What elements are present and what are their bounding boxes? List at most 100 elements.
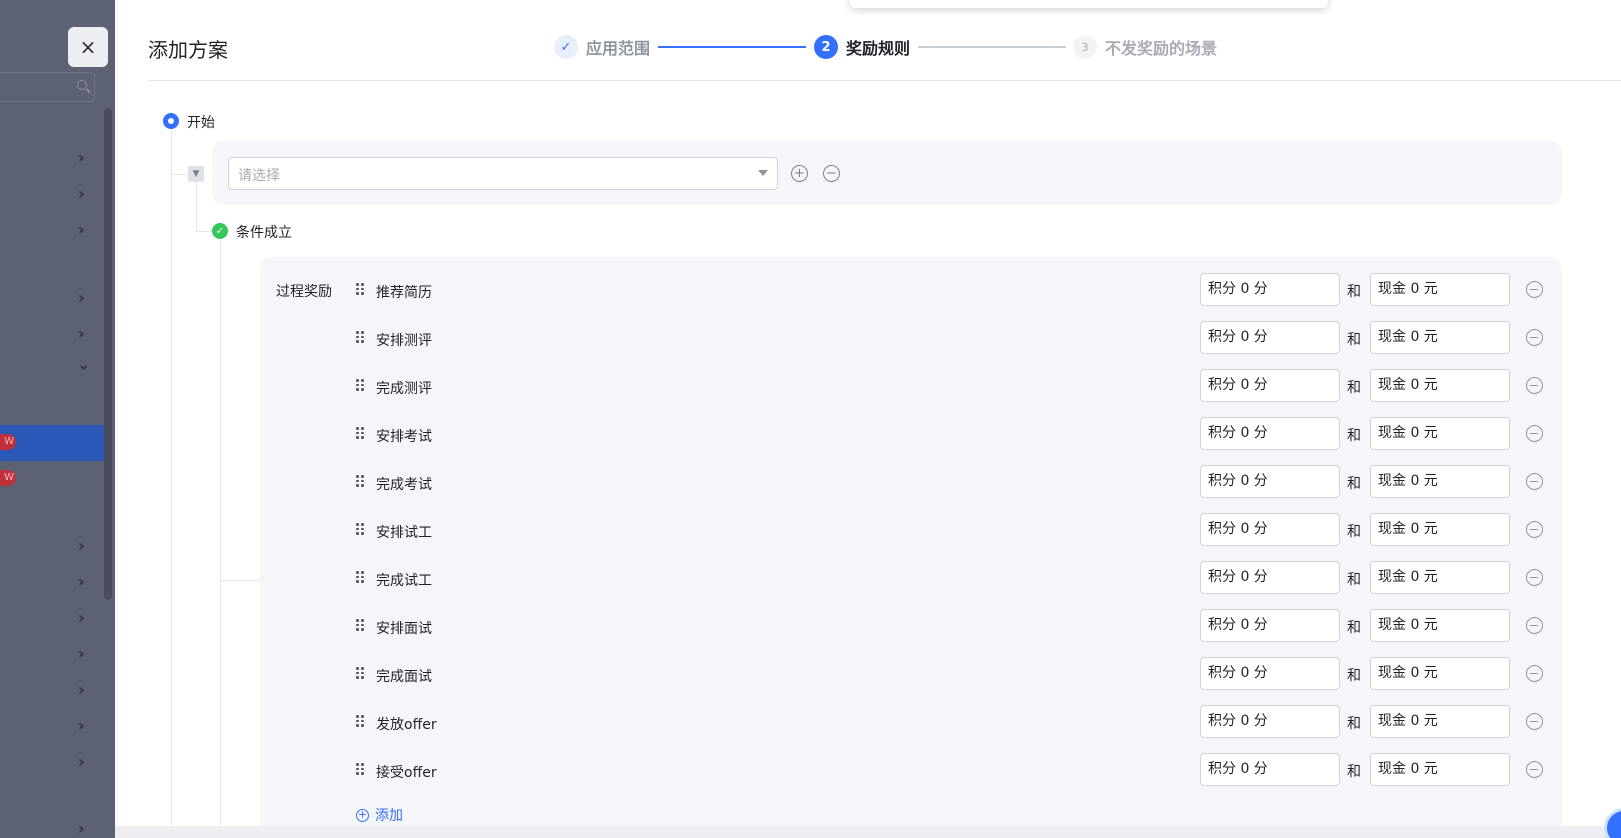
remove-row-icon[interactable] xyxy=(1526,329,1543,346)
cash-input[interactable]: 现金 0 元 xyxy=(1370,321,1510,354)
chevron-down-icon[interactable]: › xyxy=(75,364,94,376)
drag-handle-icon[interactable] xyxy=(356,619,364,631)
drag-handle-icon[interactable] xyxy=(356,715,364,727)
add-condition-icon[interactable]: + xyxy=(791,165,808,182)
dropdown-popover xyxy=(850,0,1328,8)
drawer-title: 添加方案 xyxy=(148,38,228,62)
cash-input[interactable]: 现金 0 元 xyxy=(1370,561,1510,594)
condition-met-label: 条件成立 xyxy=(236,225,292,241)
check-circle-icon: ✓ xyxy=(212,223,228,239)
close-drawer-button[interactable]: × xyxy=(68,27,108,67)
remove-row-icon[interactable] xyxy=(1526,281,1543,298)
drag-handle-icon[interactable] xyxy=(356,571,364,583)
points-input[interactable]: 积分 0 分 xyxy=(1200,321,1340,354)
points-input[interactable]: 积分 0 分 xyxy=(1200,561,1340,594)
drag-handle-icon[interactable] xyxy=(356,283,364,295)
reward-row: 完成试工 积分 0 分和现金 0 元 xyxy=(115,561,1621,595)
condition-select[interactable]: 请选择 xyxy=(228,157,778,190)
chevron-right-icon[interactable]: › xyxy=(78,682,90,698)
step-no-reward-scenes[interactable]: 3 不发奖励的场景 xyxy=(1073,35,1217,59)
cash-input[interactable]: 现金 0 元 xyxy=(1370,657,1510,690)
step-label: 奖励规则 xyxy=(846,39,911,58)
cash-input[interactable]: 现金 0 元 xyxy=(1370,273,1510,306)
stage-name: 安排测评 xyxy=(376,333,432,349)
and-label: 和 xyxy=(1347,332,1361,348)
step-number: 2 xyxy=(814,35,838,59)
stage-name: 完成试工 xyxy=(376,573,432,589)
drag-handle-icon[interactable] xyxy=(356,427,364,439)
step-scope[interactable]: ✓ 应用范围 xyxy=(554,35,650,59)
drag-handle-icon[interactable] xyxy=(356,331,364,343)
remove-row-icon[interactable] xyxy=(1526,617,1543,634)
chevron-right-icon[interactable]: › xyxy=(78,610,90,626)
drag-handle-icon[interactable] xyxy=(356,667,364,679)
cash-input[interactable]: 现金 0 元 xyxy=(1370,705,1510,738)
remove-row-icon[interactable] xyxy=(1526,377,1543,394)
cash-input[interactable]: 现金 0 元 xyxy=(1370,609,1510,642)
chevron-right-icon[interactable]: › xyxy=(78,222,90,238)
chevron-right-icon[interactable]: › xyxy=(78,646,90,662)
points-input[interactable]: 积分 0 分 xyxy=(1200,657,1340,690)
step-reward-rules[interactable]: 2 奖励规则 xyxy=(814,35,910,59)
add-reward-button[interactable]: + 添加 xyxy=(356,805,403,825)
reward-row: 推荐简历 积分 0 分和现金 0 元 xyxy=(115,273,1621,307)
and-label: 和 xyxy=(1347,620,1361,636)
drag-handle-icon[interactable] xyxy=(356,523,364,535)
chevron-right-icon[interactable]: › xyxy=(78,326,90,342)
points-input[interactable]: 积分 0 分 xyxy=(1200,273,1340,306)
chevron-right-icon[interactable]: › xyxy=(78,186,90,202)
reward-row: 发放offer 积分 0 分和现金 0 元 xyxy=(115,705,1621,739)
tree-line xyxy=(196,182,197,232)
remove-row-icon[interactable] xyxy=(1526,425,1543,442)
points-input[interactable]: 积分 0 分 xyxy=(1200,705,1340,738)
drag-handle-icon[interactable] xyxy=(356,763,364,775)
remove-condition-icon[interactable]: − xyxy=(823,165,840,182)
remove-row-icon[interactable] xyxy=(1526,665,1543,682)
reward-row: 安排面试 积分 0 分和现金 0 元 xyxy=(115,609,1621,643)
points-input[interactable]: 积分 0 分 xyxy=(1200,609,1340,642)
stage-name: 接受offer xyxy=(376,765,437,781)
stage-name: 完成测评 xyxy=(376,381,432,397)
and-label: 和 xyxy=(1347,380,1361,396)
points-input[interactable]: 积分 0 分 xyxy=(1200,513,1340,546)
points-input[interactable]: 积分 0 分 xyxy=(1200,369,1340,402)
chevron-right-icon[interactable]: › xyxy=(78,574,90,590)
points-input[interactable]: 积分 0 分 xyxy=(1200,417,1340,450)
add-label: 添加 xyxy=(375,808,403,824)
add-plan-drawer: 添加方案 ✓ 应用范围 2 奖励规则 3 不发奖励的场景 开始 ▼ 请选择 + … xyxy=(115,0,1621,826)
remove-row-icon[interactable] xyxy=(1526,521,1543,538)
remove-row-icon[interactable] xyxy=(1526,761,1543,778)
sidebar-scrollbar[interactable] xyxy=(104,108,112,600)
cash-input[interactable]: 现金 0 元 xyxy=(1370,417,1510,450)
sidebar-search-input[interactable] xyxy=(0,72,95,102)
remove-row-icon[interactable] xyxy=(1526,473,1543,490)
and-label: 和 xyxy=(1347,572,1361,588)
drag-handle-icon[interactable] xyxy=(356,379,364,391)
chevron-right-icon[interactable]: › xyxy=(78,718,90,734)
chevron-right-icon[interactable]: › xyxy=(78,150,90,166)
chevron-right-icon[interactable]: › xyxy=(78,290,90,306)
reward-row: 完成考试 积分 0 分和现金 0 元 xyxy=(115,465,1621,499)
start-node-label: 开始 xyxy=(187,115,215,131)
chevron-right-icon[interactable]: › xyxy=(78,821,90,837)
remove-row-icon[interactable] xyxy=(1526,713,1543,730)
and-label: 和 xyxy=(1347,716,1361,732)
cash-input[interactable]: 现金 0 元 xyxy=(1370,465,1510,498)
points-input[interactable]: 积分 0 分 xyxy=(1200,465,1340,498)
and-label: 和 xyxy=(1347,476,1361,492)
cash-input[interactable]: 现金 0 元 xyxy=(1370,369,1510,402)
step-number: 3 xyxy=(1073,35,1097,59)
drag-handle-icon[interactable] xyxy=(356,475,364,487)
collapse-toggle[interactable]: ▼ xyxy=(188,166,204,182)
cash-input[interactable]: 现金 0 元 xyxy=(1370,513,1510,546)
chevron-right-icon[interactable]: › xyxy=(78,538,90,554)
drawer-footer xyxy=(115,826,1621,838)
cash-input[interactable]: 现金 0 元 xyxy=(1370,753,1510,786)
remove-row-icon[interactable] xyxy=(1526,569,1543,586)
search-icon xyxy=(77,80,87,90)
points-input[interactable]: 积分 0 分 xyxy=(1200,753,1340,786)
chevron-right-icon[interactable]: › xyxy=(78,754,90,770)
and-label: 和 xyxy=(1347,764,1361,780)
and-label: 和 xyxy=(1347,428,1361,444)
new-badge: W xyxy=(0,434,16,450)
